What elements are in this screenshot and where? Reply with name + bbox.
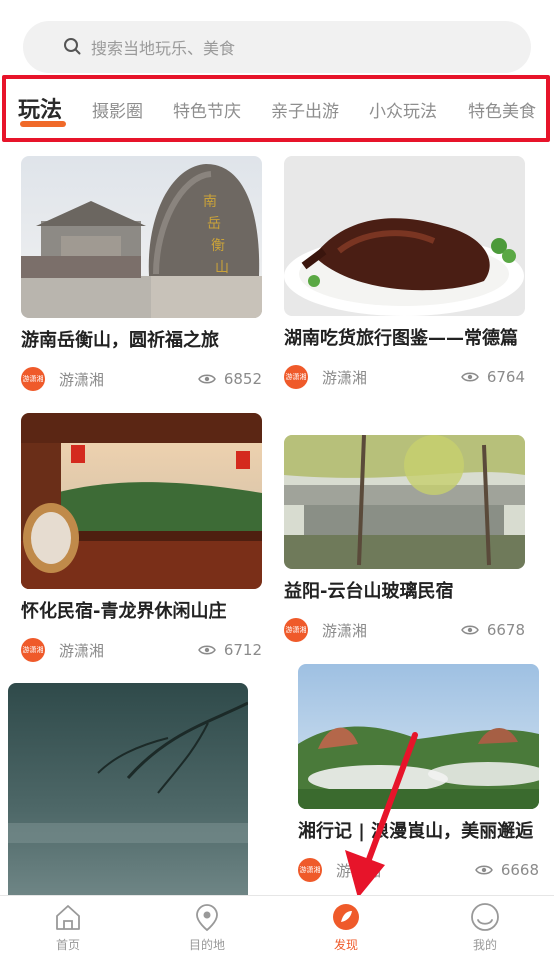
search-icon bbox=[64, 38, 81, 55]
card-meta: 游潇湘 游潇湘 6678 bbox=[284, 617, 525, 643]
card-meta: 游潇湘 游潇湘 6852 bbox=[21, 366, 262, 392]
author-name: 游潇湘 bbox=[322, 621, 368, 640]
svg-text:岳: 岳 bbox=[207, 216, 221, 232]
svg-text:衡: 衡 bbox=[211, 238, 225, 254]
profile-icon bbox=[471, 903, 499, 931]
card-title: 湘行记 | 浪漫崀山，美丽邂逅 bbox=[298, 821, 534, 842]
tab-play[interactable]: 玩法 bbox=[18, 92, 62, 124]
tab-festivals[interactable]: 特色节庆 bbox=[173, 97, 241, 122]
category-tabs: 玩法 摄影圈 特色节庆 亲子出游 小众玩法 特色美食 bbox=[2, 75, 550, 142]
card-title: 游南岳衡山，圆祈福之旅 bbox=[21, 330, 219, 351]
home-icon bbox=[56, 905, 80, 930]
nav-destination[interactable]: 目的地 bbox=[167, 902, 247, 953]
view-count: 6678 bbox=[486, 621, 525, 639]
card-meta: 游潇湘 游潇湘 6712 bbox=[21, 637, 262, 663]
tab-family-trip[interactable]: 亲子出游 bbox=[271, 97, 339, 122]
card-title: 怀化民宿-青龙界休闲山庄 bbox=[21, 601, 227, 622]
view-count: 6852 bbox=[223, 370, 262, 388]
view-count: 6764 bbox=[486, 368, 525, 386]
view-count: 6668 bbox=[500, 861, 539, 879]
eye-icon bbox=[474, 865, 493, 875]
bottom-nav: 首页 目的地 发现 我的 bbox=[0, 895, 554, 957]
card-image bbox=[298, 664, 539, 809]
tab-niche-play[interactable]: 小众玩法 bbox=[369, 97, 437, 122]
card-image bbox=[284, 156, 525, 316]
list-item[interactable]: 益阳-云台山玻璃民宿 游潇湘 游潇湘 6678 bbox=[284, 435, 525, 643]
card-image bbox=[284, 435, 525, 569]
avatar: 游潇湘 bbox=[284, 365, 308, 389]
compass-icon bbox=[333, 904, 359, 930]
svg-text:南: 南 bbox=[203, 194, 217, 210]
nav-discover-label: 发现 bbox=[333, 938, 358, 952]
list-item[interactable]: 怀化民宿-青龙界休闲山庄 游潇湘 游潇湘 6712 bbox=[21, 413, 262, 663]
tab-photography[interactable]: 摄影圈 bbox=[92, 97, 143, 122]
card-title: 湖南吃货旅行图鉴——常德篇 bbox=[284, 328, 518, 349]
author-name: 游潇湘 bbox=[322, 368, 368, 387]
tab-local-food[interactable]: 特色美食 bbox=[468, 97, 536, 122]
list-item[interactable]: 南 岳 衡 山 游南岳衡山，圆祈福之旅 游潇湘 游潇湘 6852 bbox=[21, 156, 262, 392]
author-name: 游潇湘 bbox=[59, 370, 105, 389]
card-image bbox=[21, 413, 262, 589]
eye-icon bbox=[460, 625, 479, 635]
nav-home-label: 首页 bbox=[55, 938, 80, 952]
nav-discover[interactable]: 发现 bbox=[306, 902, 386, 953]
search-input[interactable]: 搜索当地玩乐、美食 bbox=[91, 35, 235, 59]
list-item[interactable]: 湖南吃货旅行图鉴——常德篇 游潇湘 游潇湘 6764 bbox=[284, 156, 525, 390]
nav-mine[interactable]: 我的 bbox=[445, 902, 525, 953]
author-name: 游潇湘 bbox=[336, 861, 382, 880]
avatar: 游潇湘 bbox=[21, 367, 45, 391]
card-image: 南 岳 衡 山 bbox=[21, 156, 262, 318]
nav-destination-label: 目的地 bbox=[188, 938, 225, 952]
card-image bbox=[8, 683, 248, 895]
avatar: 游潇湘 bbox=[284, 618, 308, 642]
eye-icon bbox=[197, 645, 216, 655]
avatar: 游潇湘 bbox=[298, 858, 322, 882]
eye-icon bbox=[460, 372, 479, 382]
nav-home[interactable]: 首页 bbox=[28, 902, 108, 953]
card-meta: 游潇湘 游潇湘 6668 bbox=[298, 857, 539, 883]
view-count: 6712 bbox=[223, 641, 262, 659]
list-item[interactable] bbox=[8, 683, 248, 895]
avatar: 游潇湘 bbox=[21, 638, 45, 662]
eye-icon bbox=[197, 374, 216, 384]
active-tab-indicator bbox=[20, 121, 66, 127]
card-meta: 游潇湘 游潇湘 6764 bbox=[284, 364, 525, 390]
svg-text:山: 山 bbox=[215, 260, 229, 276]
nav-mine-label: 我的 bbox=[472, 938, 497, 952]
author-name: 游潇湘 bbox=[59, 641, 105, 660]
list-item[interactable]: 湘行记 | 浪漫崀山，美丽邂逅 游潇湘 游潇湘 6668 bbox=[298, 664, 539, 883]
location-pin-icon bbox=[196, 904, 218, 932]
card-title: 益阳-云台山玻璃民宿 bbox=[284, 581, 454, 602]
search-bar[interactable]: 搜索当地玩乐、美食 bbox=[23, 21, 531, 73]
